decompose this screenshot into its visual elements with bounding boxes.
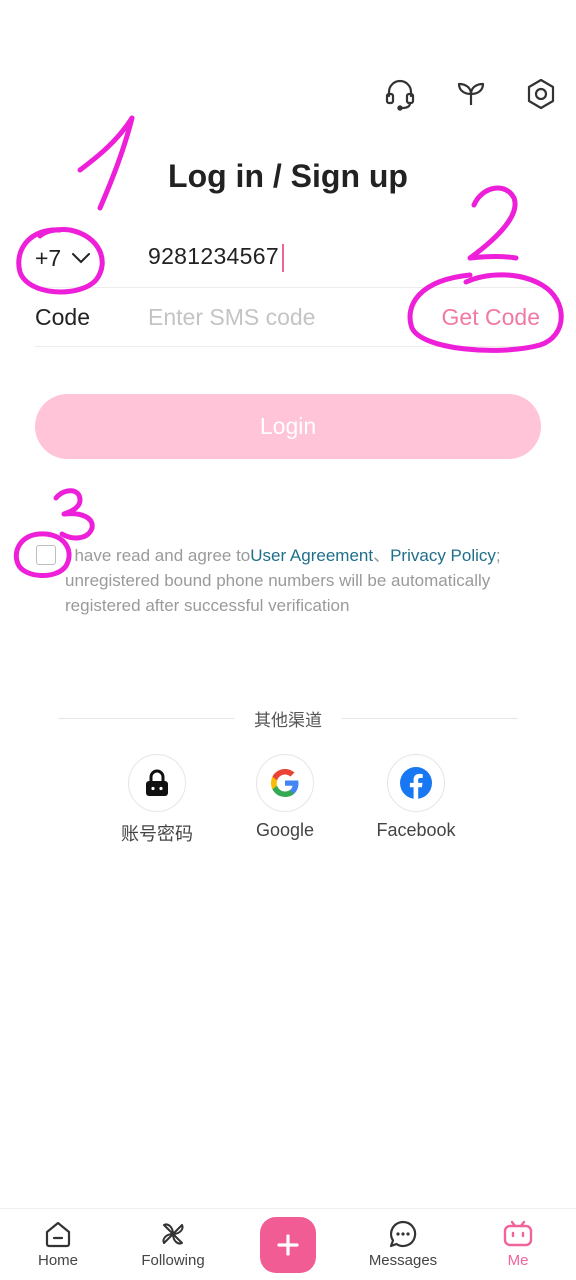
page-title: Log in / Sign up	[168, 158, 408, 194]
nav-label: Home	[37, 1252, 78, 1269]
get-code-button[interactable]: Get Code	[442, 304, 540, 331]
sprout-icon[interactable]	[451, 74, 491, 114]
nav-messages[interactable]: Messages	[348, 1219, 458, 1269]
chevron-down-icon	[72, 253, 91, 264]
nav-label: Messages	[368, 1252, 438, 1269]
channel-label: 账号密码	[121, 824, 193, 844]
plus-icon	[277, 1234, 299, 1256]
channel-label: Facebook	[376, 820, 456, 840]
create-post-button[interactable]	[260, 1217, 316, 1273]
login-button[interactable]: Login	[35, 394, 541, 459]
status-bar	[0, 0, 576, 56]
other-channels-heading: 其他渠道	[254, 710, 322, 730]
pinwheel-icon	[162, 1223, 184, 1245]
annotation-number-3	[53, 488, 95, 541]
headset-icon[interactable]	[380, 74, 420, 114]
text-cursor	[282, 244, 284, 272]
google-icon	[256, 754, 314, 812]
login-screen: Log in / Sign up +7 9281234567 Code Get …	[0, 0, 576, 1280]
account-password-login[interactable]: 账号密码	[92, 754, 222, 846]
chat-icon	[389, 1220, 417, 1248]
facebook-icon	[387, 754, 445, 812]
bottom-navigation: Home Following Messages Me	[0, 1208, 576, 1280]
settings-icon[interactable]	[521, 74, 561, 114]
agreement-text: I have read and agree toUser Agreement、P…	[65, 543, 535, 618]
privacy-policy-link[interactable]: Privacy Policy	[390, 546, 496, 565]
divider	[35, 287, 540, 288]
nav-label: Following	[141, 1252, 205, 1269]
lock-icon	[128, 754, 186, 812]
sms-code-input[interactable]	[148, 300, 388, 334]
facebook-login[interactable]: Facebook	[351, 754, 481, 841]
nav-home[interactable]: Home	[3, 1219, 113, 1269]
agreement-separator: 、	[373, 546, 391, 565]
country-code-selector[interactable]: +7	[35, 243, 91, 273]
code-label: Code	[35, 304, 90, 330]
other-channels-divider: 其他渠道	[58, 706, 518, 730]
tv-icon	[503, 1220, 533, 1247]
agreement-prefix: I have read and agree to	[65, 546, 251, 565]
agreement-checkbox[interactable]	[36, 545, 56, 565]
phone-input[interactable]: 9281234567	[148, 243, 279, 270]
home-icon	[45, 1221, 71, 1248]
nav-label: Me	[507, 1252, 529, 1269]
divider	[35, 346, 540, 347]
nav-following[interactable]: Following	[118, 1219, 228, 1269]
country-code-value: +7	[35, 244, 62, 271]
nav-me[interactable]: Me	[463, 1219, 573, 1269]
google-login[interactable]: Google	[220, 754, 350, 841]
user-agreement-link[interactable]: User Agreement	[250, 546, 373, 565]
annotation-number-2	[467, 185, 519, 261]
channel-label: Google	[255, 820, 315, 840]
